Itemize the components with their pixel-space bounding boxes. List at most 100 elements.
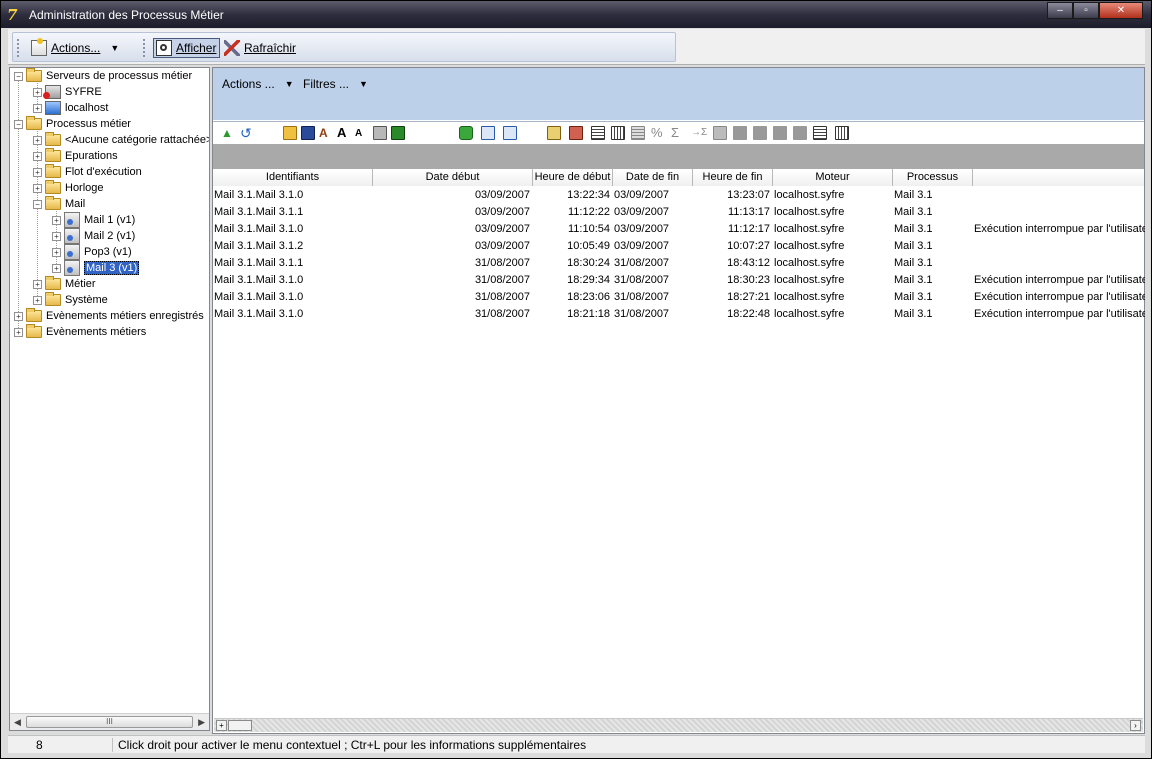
tree-node-mail2[interactable]: + Mail 2 (v1) (52, 228, 135, 244)
scroll-thumb[interactable] (228, 720, 252, 731)
scroll-right-icon[interactable]: ▶ (198, 717, 205, 728)
tree-node-mail1[interactable]: + Mail 1 (v1) (52, 212, 135, 228)
scroll-right-icon[interactable]: › (1130, 720, 1141, 731)
tree-node-flot[interactable]: + Flot d'exécution (33, 164, 142, 180)
table-layout-icon[interactable] (835, 126, 849, 140)
tree-node-evt-enregistres[interactable]: + Evènements métiers enregistrés (14, 308, 204, 324)
table-row[interactable]: Mail 3.1.Mail 3.1.0 03/09/2007 11:10:54 03/… (213, 221, 1145, 238)
save-icon[interactable] (301, 126, 315, 140)
expand-icon[interactable]: + (33, 151, 42, 161)
font-decrease-icon[interactable]: A (355, 126, 369, 140)
tree-node-aucune[interactable]: + <Aucune catégorie rattachée> (33, 132, 209, 148)
table-cell: 18:23:06 (567, 291, 610, 303)
expand-icon[interactable]: + (52, 247, 61, 257)
delete-icon[interactable] (569, 126, 583, 140)
print-icon[interactable] (373, 126, 387, 140)
collapse-icon[interactable]: − (33, 199, 42, 209)
font-icon[interactable]: A (319, 126, 333, 140)
table-cell: 31/08/2007 (474, 274, 530, 286)
actions-dropdown-label: Actions ... (222, 77, 275, 91)
close-button[interactable]: ✕ (1099, 2, 1143, 19)
table-row[interactable]: Mail 3.1.Mail 3.1.0 31/08/2007 18:21:18 31/… (213, 306, 1145, 323)
expand-icon[interactable]: + (14, 327, 23, 337)
list-view-icon[interactable] (481, 126, 495, 140)
add-icon[interactable]: + (216, 720, 227, 731)
tree-node-epurations[interactable]: + Epurations (33, 148, 118, 164)
tree-node-servers[interactable]: − Serveurs de processus métier (14, 68, 192, 84)
table-row[interactable]: Mail 3.1.Mail 3.1.0 31/08/2007 18:29:34 31/… (213, 272, 1145, 289)
filtres-dropdown[interactable]: Filtres ... ▼ (303, 77, 368, 91)
rafraichir-button[interactable]: Rafraîchir (224, 39, 296, 57)
toolbar-grip[interactable] (17, 39, 20, 57)
tree-horizontal-scrollbar[interactable]: ◀ III ▶ (10, 713, 209, 730)
expand-icon[interactable]: + (33, 87, 42, 97)
table-row[interactable]: Mail 3.1.Mail 3.1.2 03/09/2007 10:05:49 03/… (213, 238, 1144, 255)
folder-icon (26, 324, 42, 338)
table-row[interactable]: Mail 3.1.Mail 3.1.1 31/08/2007 18:30:24 31/… (213, 255, 1144, 272)
up-arrow-icon[interactable]: ▲ (221, 126, 235, 140)
expand-icon[interactable]: + (33, 183, 42, 193)
window-controls: – ▫ ✕ (1047, 2, 1143, 20)
column-header[interactable]: Date de fin (613, 169, 693, 186)
column-header[interactable]: Processus (893, 169, 973, 186)
grid-columns-icon[interactable] (611, 126, 625, 140)
table-cell: 03/09/2007 (474, 223, 530, 235)
tree-node-metier[interactable]: + Métier (33, 276, 96, 292)
column-header[interactable]: Moteur (773, 169, 893, 186)
table-row[interactable]: Mail 3.1.Mail 3.1.0 31/08/2007 18:23:06 31/… (213, 289, 1145, 306)
toolbar-grip-2[interactable] (143, 39, 146, 57)
table-row[interactable]: Mail 3.1.Mail 3.1.1 03/09/2007 11:12:22 03/… (213, 204, 1144, 221)
process-icon (64, 228, 80, 244)
refresh-icon[interactable]: ↺ (240, 126, 254, 140)
expand-icon[interactable]: + (14, 311, 23, 321)
table-settings-icon[interactable] (813, 126, 827, 140)
tree-node-mail3[interactable]: + Mail 3 (v1) (52, 260, 140, 276)
column-header[interactable]: Heure de fin (693, 169, 773, 186)
scroll-thumb[interactable]: III (26, 716, 193, 728)
open-folder-icon[interactable] (283, 126, 297, 140)
table-cell: Mail 3.1 (894, 308, 933, 320)
maximize-button[interactable]: ▫ (1073, 2, 1099, 19)
actions-dropdown[interactable]: Actions ... ▼ (222, 77, 294, 91)
expand-icon[interactable]: + (33, 279, 42, 289)
table-row[interactable]: Mail 3.1.Mail 3.1.0 03/09/2007 13:22:34 03/… (213, 187, 1144, 204)
export-icon[interactable] (547, 126, 561, 140)
tree-label: Evènements métiers (46, 326, 147, 338)
font-increase-icon[interactable]: A (337, 126, 351, 140)
table-cell: Mail 3.1 (894, 223, 933, 235)
tree-node-horloge[interactable]: + Horloge (33, 180, 104, 196)
tree-node-processus[interactable]: − Processus métier (14, 116, 131, 132)
column-header[interactable]: Identifiants (213, 169, 373, 186)
afficher-button[interactable]: Afficher (153, 38, 221, 58)
tree-node-localhost[interactable]: + localhost (33, 100, 108, 116)
columns-view-icon[interactable] (503, 126, 517, 140)
excel-icon[interactable] (391, 126, 405, 140)
actions-menu-button[interactable]: Actions... ▼ (31, 38, 119, 57)
expand-icon[interactable]: + (33, 135, 42, 145)
expand-icon[interactable]: + (33, 103, 42, 113)
tree-node-pop3[interactable]: + Pop3 (v1) (52, 244, 132, 260)
tree-node-syfre[interactable]: + SYFRE (33, 84, 102, 100)
column-header[interactable]: Date début (373, 169, 533, 186)
tree-node-systeme[interactable]: + Système (33, 292, 108, 308)
table-cell: 31/08/2007 (614, 308, 670, 320)
expand-icon[interactable]: + (33, 295, 42, 305)
column-header[interactable] (973, 169, 1144, 186)
expand-icon[interactable]: + (52, 215, 61, 225)
scroll-left-icon[interactable]: ◀ (14, 717, 21, 728)
collapse-icon[interactable]: − (14, 71, 23, 81)
expand-icon[interactable]: + (33, 167, 42, 177)
green-status-icon[interactable] (459, 126, 473, 140)
grid-header: Identifiants Date début Heure de début D… (213, 169, 1144, 186)
grid-icon[interactable] (591, 126, 605, 140)
table-cell: Exécution interrompue par l'utilisateur (974, 274, 1145, 286)
minimize-button[interactable]: – (1047, 2, 1073, 19)
expand-icon[interactable]: + (52, 263, 61, 273)
tree-node-mail[interactable]: − Mail (33, 196, 85, 212)
collapse-icon[interactable]: − (14, 119, 23, 129)
tree-node-evt-metiers[interactable]: + Evènements métiers (14, 324, 146, 340)
expand-icon[interactable]: + (52, 231, 61, 241)
group-by-band (213, 144, 1144, 169)
column-header[interactable]: Heure de début (533, 169, 613, 186)
grid-horizontal-scrollbar[interactable]: + › (214, 718, 1143, 732)
